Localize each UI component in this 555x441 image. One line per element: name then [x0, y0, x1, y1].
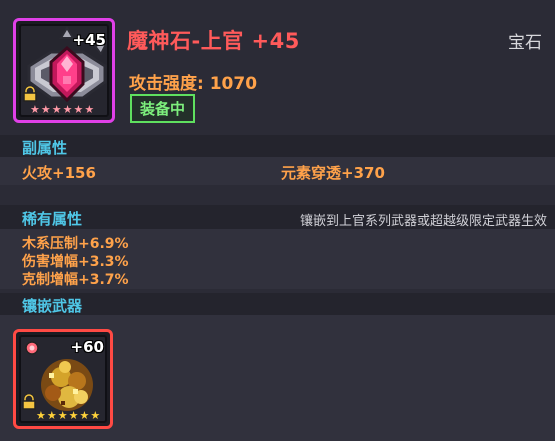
weapon-level-tag: +60 — [70, 338, 104, 356]
rare-condition-note: 镶嵌到上官系列武器或超越级限定武器生效 — [299, 214, 547, 229]
item-name: 魔神石-上官 +45 — [127, 29, 300, 53]
secondary-stat-1: 火攻+156 — [22, 164, 96, 182]
rare-section-header: 稀有属性 镶嵌到上官系列武器或超越级限定武器生效 — [0, 205, 555, 229]
star-icon: ★ — [62, 103, 73, 116]
star-icon: ★ — [90, 409, 101, 422]
star-icon: ★ — [73, 103, 84, 116]
rare-title: 稀有属性 — [22, 210, 83, 228]
element-badge-icon — [25, 341, 39, 355]
inlay-weapon-frame[interactable]: +60 ★ ★ ★ ★ ★ ★ — [13, 329, 113, 429]
item-type: 宝石 — [508, 33, 542, 53]
star-icon: ★ — [68, 409, 79, 422]
rare-stat-2: 伤害增幅+3.3% — [22, 254, 129, 270]
lock-icon — [22, 394, 36, 410]
item-level-tag: +45 — [72, 31, 106, 49]
rare-stat-3: 克制增幅+3.7% — [22, 272, 129, 288]
star-icon: ★ — [84, 103, 95, 116]
secondary-stat-2: 元素穿透+370 — [281, 164, 385, 182]
rare-stats-block: 木系压制+6.9% 伤害增幅+3.3% 克制增幅+3.7% — [0, 229, 555, 289]
star-icon: ★ — [40, 103, 51, 116]
attack-power: 攻击强度: 1070 — [129, 74, 258, 94]
star-icon: ★ — [30, 103, 40, 116]
inlay-section-header: 镶嵌武器 — [0, 293, 555, 315]
star-icon: ★ — [46, 409, 57, 422]
secondary-stats-row: 火攻+156 元素穿透+370 — [0, 157, 555, 185]
inlay-title: 镶嵌武器 — [22, 297, 83, 315]
secondary-section-header: 副属性 — [0, 135, 555, 157]
star-icon: ★ — [51, 103, 62, 116]
weapon-star-rating: ★ ★ ★ ★ ★ ★ — [36, 409, 100, 422]
item-tooltip-panel: +45 ★ ★ ★ ★ ★ ★ 魔神石-上官 +45 宝石 攻击强度: 1070… — [0, 0, 555, 441]
star-icon: ★ — [57, 409, 68, 422]
rare-stat-1: 木系压制+6.9% — [22, 236, 129, 252]
star-icon: ★ — [36, 409, 46, 422]
lock-icon — [23, 86, 37, 102]
star-icon: ★ — [79, 409, 90, 422]
item-star-rating: ★ ★ ★ ★ ★ ★ — [30, 103, 94, 116]
secondary-title: 副属性 — [22, 139, 68, 157]
equipped-badge: 装备中 — [130, 94, 196, 123]
item-icon-frame[interactable]: +45 ★ ★ ★ ★ ★ ★ — [13, 18, 115, 123]
